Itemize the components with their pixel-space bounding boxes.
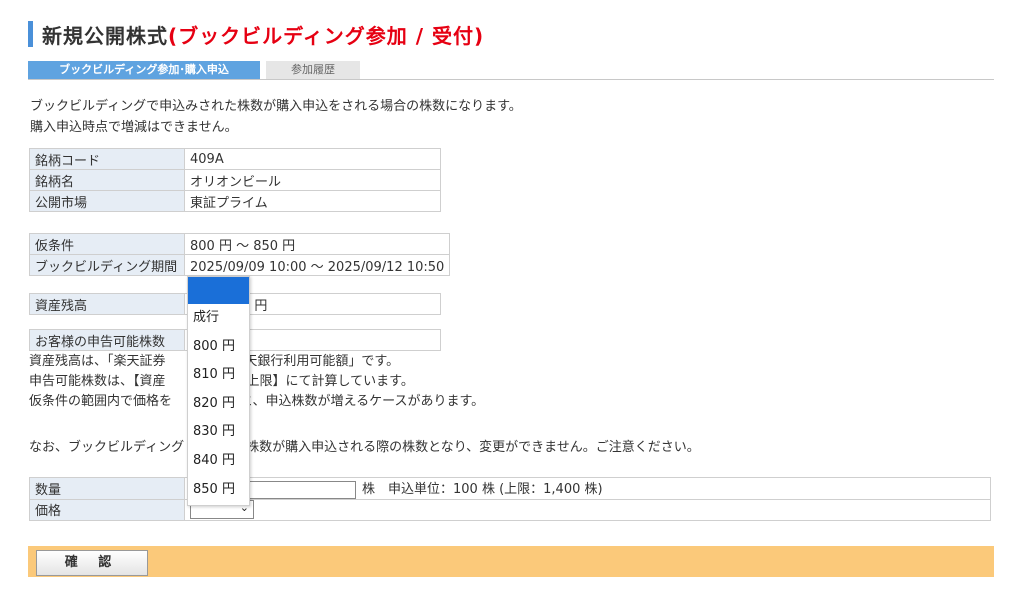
table-row: 銘柄名 オリオンビール — [29, 169, 441, 191]
table-row: 銘柄コード 409A — [29, 148, 441, 170]
stock-name-value: オリオンビール — [184, 169, 441, 191]
price-range-label: 仮条件 — [29, 233, 185, 255]
stock-info-table: 銘柄コード 409A 銘柄名 オリオンビール 公開市場 東証プライム — [29, 148, 441, 212]
intro-text: ブックビルディングで申込みされた株数が購入申込をされる場合の株数になります。 購… — [30, 96, 522, 138]
condition-table: 仮条件 800 円 〜 850 円 ブックビルディング期間 2025/09/09… — [29, 233, 451, 276]
quantity-label: 数量 — [29, 477, 185, 500]
page-header: 新規公開株式 (ブックビルディング参加 / 受付) — [28, 21, 485, 48]
note-line-2: 申告可能株数は、【資産 条件の上限】にて計算しています。 — [29, 372, 484, 392]
period-label: ブックビルディング期間 — [29, 254, 185, 276]
caution-a: なお、ブックビルディング — [29, 440, 185, 455]
stock-code-label: 銘柄コード — [29, 148, 185, 170]
tab-bookbuilding-apply[interactable]: ブックビルディング参加･購入申込 — [28, 61, 260, 79]
declarable-label: お客様の申告可能株数 — [29, 329, 185, 351]
price-cell: ⌄ — [184, 498, 991, 521]
note-line-1: 資産残高は、「楽天証券 +「楽天銀行利用可能額」です。 — [29, 352, 484, 372]
note-line-3: 仮条件の範囲内で価格を ますと、申込株数が増えるケースがあります。 — [29, 392, 484, 412]
notes: 資産残高は、「楽天証券 +「楽天銀行利用可能額」です。 申告可能株数は、【資産 条件… — [29, 352, 484, 412]
note-2a: 申告可能株数は、【資産 — [29, 374, 166, 389]
tab-divider — [28, 79, 994, 80]
page-subtitle: (ブックビルディング参加 / 受付) — [168, 23, 485, 48]
note-3b: ますと、申込株数が増えるケースがあります。 — [214, 394, 485, 409]
note-3a: 仮条件の範囲内で価格を — [29, 394, 173, 409]
table-row: 仮条件 800 円 〜 850 円 — [29, 233, 451, 255]
price-dropdown-list: 成行 800 円 810 円 820 円 830 円 840 円 850 円 — [187, 276, 250, 506]
tab-history[interactable]: 参加履歴 — [266, 61, 360, 79]
stock-name-label: 銘柄名 — [29, 169, 185, 191]
price-label: 価格 — [29, 498, 185, 521]
title-accent-bar — [28, 21, 33, 47]
dropdown-option[interactable]: 800 円 — [188, 333, 249, 362]
caution-text: なお、ブックビルディング 株数が購入申込される際の株数となり、変更ができません。ご… — [29, 436, 700, 455]
market-value: 東証プライム — [184, 190, 441, 212]
intro-line-1: ブックビルディングで申込みされた株数が購入申込をされる場合の株数になります。 — [30, 99, 522, 114]
confirm-button[interactable]: 確 認 — [36, 550, 148, 576]
tab-bar: ブックビルディング参加･購入申込 参加履歴 — [28, 61, 360, 79]
table-row: 公開市場 東証プライム — [29, 190, 441, 212]
table-row: ブックビルディング期間 2025/09/09 10:00 〜 2025/09/1… — [29, 254, 451, 276]
action-bar: 確 認 — [28, 546, 994, 577]
table-row: 数量 株 申込単位：100 株 (上限：1,400 株) — [29, 477, 991, 500]
quantity-input[interactable] — [244, 480, 356, 499]
table-row: 価格 ⌄ — [29, 498, 991, 521]
page-title: 新規公開株式 — [42, 23, 168, 48]
price-range-value: 800 円 〜 850 円 — [183, 233, 451, 255]
quantity-unit-text: 株 申込単位：100 株 (上限：1,400 株) — [362, 482, 603, 497]
dropdown-option[interactable]: 820 円 — [188, 390, 249, 419]
dropdown-option[interactable]: 830 円 — [188, 418, 249, 447]
dropdown-option[interactable]: 810 円 — [188, 361, 249, 390]
balance-label: 資産残高 — [29, 293, 185, 315]
period-value: 2025/09/09 10:00 〜 2025/09/12 10:50 — [183, 254, 451, 276]
market-label: 公開市場 — [29, 190, 185, 212]
dropdown-option[interactable]: 840 円 — [188, 447, 249, 476]
order-table: 数量 株 申込単位：100 株 (上限：1,400 株) 価格 ⌄ — [29, 477, 991, 521]
dropdown-option-blank-selected[interactable] — [188, 277, 249, 304]
note-1a: 資産残高は、「楽天証券 — [29, 354, 166, 369]
caution-b: 株数が購入申込される際の株数となり、変更ができません。ご注意ください。 — [246, 440, 700, 455]
stock-code-value: 409A — [184, 148, 441, 170]
dropdown-option[interactable]: 850 円 — [188, 476, 249, 505]
quantity-cell: 株 申込単位：100 株 (上限：1,400 株) — [184, 477, 991, 500]
intro-line-2: 購入申込時点で増減はできません。 — [30, 120, 238, 135]
dropdown-option[interactable]: 成行 — [188, 304, 249, 333]
